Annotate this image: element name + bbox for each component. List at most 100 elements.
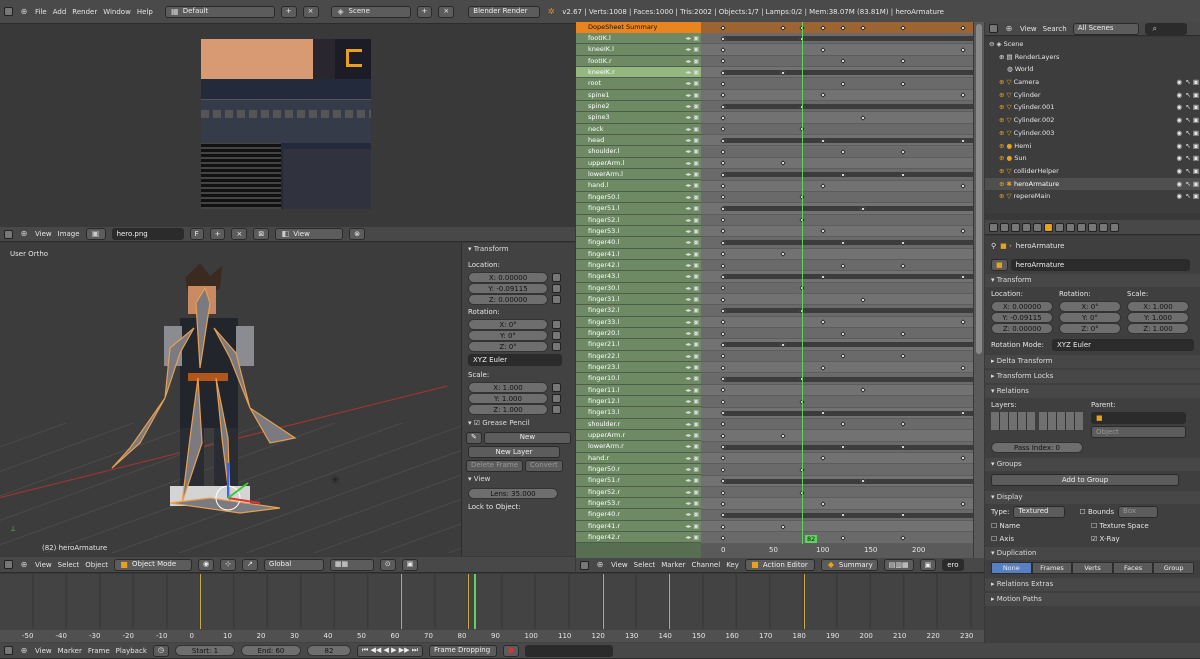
channel-row[interactable]: finger53.r ◂▸ ▣ — [576, 498, 701, 510]
image-new-button[interactable]: + — [209, 228, 226, 240]
layout-add-button[interactable]: + — [280, 5, 297, 18]
pivot-select[interactable]: ⊹ — [220, 558, 237, 571]
groups-section[interactable]: ▾ Groups — [985, 458, 1200, 471]
channel-row[interactable]: finger50.l ◂▸ ▣ — [576, 191, 701, 204]
channel-lock-icon[interactable]: ◂▸ ▣ — [685, 203, 699, 214]
menu-render[interactable]: Render — [72, 8, 97, 16]
menu-playback[interactable]: Playback — [116, 647, 147, 655]
view-panel-header[interactable]: ▾ View — [462, 473, 575, 486]
menu-search[interactable]: Search — [1043, 25, 1067, 33]
data-tab-icon[interactable] — [1077, 222, 1086, 232]
channel-row[interactable]: spine3 ◂▸ ▣ — [576, 112, 701, 124]
tree-item-cylinder-003[interactable]: ⊕ ▽ Cylinder.003 ◉ ↖ ▣ — [985, 127, 1200, 140]
physics-tab-icon[interactable] — [1110, 222, 1119, 232]
selectable-arrow-icon[interactable]: ↖ — [1186, 127, 1191, 139]
lens-field[interactable]: Lens: 35.000 — [468, 488, 558, 499]
menu-collapse-icon[interactable]: ⊕ — [19, 229, 29, 239]
tree-item-cylinder[interactable]: ⊕ ▽ Cylinder ◉ ↖ ▣ — [985, 89, 1200, 102]
render-camera-icon[interactable]: ▣ — [1193, 76, 1199, 88]
editor-type-icon[interactable] — [580, 560, 589, 570]
outliner-scope-select[interactable]: All Scenes — [1072, 22, 1139, 35]
visibility-eye-icon[interactable]: ◉ — [1176, 114, 1182, 126]
channel-lock-icon[interactable]: ◂▸ ▣ — [685, 158, 699, 169]
menu-view[interactable]: View — [611, 561, 628, 569]
snap-toggle[interactable]: ⊙ — [379, 558, 396, 571]
texture-tab-icon[interactable] — [1099, 222, 1108, 232]
delta-transform-section[interactable]: ▸ Delta Transform — [985, 355, 1200, 368]
relations-section[interactable]: ▾ Relations — [985, 385, 1200, 398]
bounds-type-select[interactable]: Box — [1118, 505, 1159, 518]
scene-add-button[interactable]: + — [416, 5, 433, 18]
channel-row[interactable]: finger12.l ◂▸ ▣ — [576, 396, 701, 408]
visibility-eye-icon[interactable]: ◉ — [1176, 178, 1182, 190]
channel-lock-icon[interactable]: ◂▸ ▣ — [685, 407, 699, 418]
menu-channel[interactable]: Channel — [691, 561, 720, 569]
pass-index-field[interactable]: Pass Index: 0 — [991, 442, 1083, 453]
menu-marker[interactable]: Marker — [661, 561, 685, 569]
editor-type-icon[interactable] — [989, 24, 998, 33]
scale-x-field[interactable]: X: 1.000 — [468, 382, 548, 393]
sync-mode-select[interactable]: Frame Dropping — [429, 644, 498, 657]
editor-type-icon[interactable] — [4, 229, 13, 239]
editor-type-icon[interactable] — [4, 646, 13, 655]
constraints-tab-icon[interactable] — [1055, 222, 1064, 232]
channel-lock-icon[interactable]: ◂▸ ▣ — [685, 464, 699, 475]
layers-grid[interactable] — [1039, 412, 1083, 430]
parent-field[interactable]: ■ — [1091, 412, 1186, 424]
render-camera-icon[interactable]: ▣ — [1193, 152, 1199, 164]
editor-type-icon[interactable] — [989, 222, 998, 232]
summary-toggle[interactable]: ◆ Summary — [820, 559, 878, 571]
channel-lock-icon[interactable]: ◂▸ ▣ — [685, 146, 699, 157]
menu-image[interactable]: Image — [58, 230, 80, 238]
selectable-arrow-icon[interactable]: ↖ — [1186, 190, 1191, 202]
parent-type-select[interactable]: Object — [1091, 426, 1186, 438]
current-frame-badge[interactable]: 82 — [805, 535, 818, 543]
grease-new-button[interactable]: New — [483, 431, 571, 444]
tree-item-cylinder-002[interactable]: ⊕ ▽ Cylinder.002 ◉ ↖ ▣ — [985, 114, 1200, 127]
channel-lock-icon[interactable]: ◂▸ ▣ — [685, 294, 699, 305]
location-z-field[interactable]: Z: 0.00000 — [468, 294, 548, 305]
rotation-y-field[interactable]: Y: 0° — [468, 330, 548, 341]
menu-frame[interactable]: Frame — [88, 647, 110, 655]
scale-y-field[interactable]: Y: 1.000 — [468, 393, 548, 404]
world-tab-icon[interactable] — [1033, 222, 1042, 232]
channel-row[interactable]: finger11.l ◂▸ ▣ — [576, 384, 701, 396]
dup-tab-verts[interactable]: Verts — [1072, 562, 1113, 574]
channel-lock-icon[interactable]: ◂▸ ▣ — [685, 283, 699, 294]
mode-select[interactable]: ■ Object Mode — [114, 558, 193, 571]
rotation-z-field[interactable]: Z: 0° — [1059, 323, 1121, 334]
object-name-field[interactable]: heroArmature — [1010, 259, 1190, 271]
channel-lock-icon[interactable]: ◂▸ ▣ — [685, 362, 699, 373]
channel-lock-icon[interactable]: ◂▸ ▣ — [685, 78, 699, 89]
tree-item-world[interactable]: ◍ World — [985, 63, 1200, 76]
selectable-arrow-icon[interactable]: ↖ — [1186, 165, 1191, 177]
current-frame-field[interactable]: 82 — [306, 645, 351, 656]
transform-section[interactable]: ▾ Transform — [985, 274, 1200, 287]
channel-row[interactable]: finger50.r ◂▸ ▣ — [576, 464, 701, 476]
action-name-field[interactable]: ero — [942, 559, 964, 571]
xray-checkbox[interactable]: ☑ X-Ray — [1091, 535, 1120, 543]
convert-button[interactable]: Convert — [525, 459, 563, 472]
selectable-arrow-icon[interactable]: ↖ — [1186, 178, 1191, 190]
channel-row[interactable]: kneeIK.l ◂▸ ▣ — [576, 44, 701, 56]
render-camera-icon[interactable]: ▣ — [1193, 114, 1199, 126]
location-y-field[interactable]: Y: -0.09115 — [468, 283, 548, 294]
transform-panel-header[interactable]: ▾ Transform — [462, 243, 575, 256]
menu-marker[interactable]: Marker — [58, 647, 82, 655]
channel-row[interactable]: finger42.r ◂▸ ▣ — [576, 532, 701, 544]
dup-tab-group[interactable]: Group — [1153, 562, 1194, 574]
layers-widget[interactable]: ▦▦ — [329, 558, 374, 571]
menu-select[interactable]: Select — [58, 561, 80, 569]
image-unlink-button[interactable]: × — [231, 228, 248, 240]
channel-row[interactable]: footIK.l ◂▸ ▣ — [576, 33, 701, 45]
menu-object[interactable]: Object — [85, 561, 108, 569]
editor-type-icon[interactable] — [4, 7, 13, 16]
channel-lock-icon[interactable]: ◂▸ ▣ — [685, 237, 699, 248]
transform-locks-section[interactable]: ▸ Transform Locks — [985, 370, 1200, 383]
channel-lock-icon[interactable]: ◂▸ ▣ — [685, 339, 699, 350]
channel-lock-icon[interactable]: ◂▸ ▣ — [685, 192, 699, 203]
location-y-field[interactable]: Y: -0.09115 — [991, 312, 1053, 323]
channel-row[interactable]: finger21.l ◂▸ ▣ — [576, 339, 701, 351]
selectable-arrow-icon[interactable]: ↖ — [1186, 140, 1191, 152]
tree-item-colliderhelper[interactable]: ⊕ ▽ colliderHelper ◉ ↖ ▣ — [985, 165, 1200, 178]
